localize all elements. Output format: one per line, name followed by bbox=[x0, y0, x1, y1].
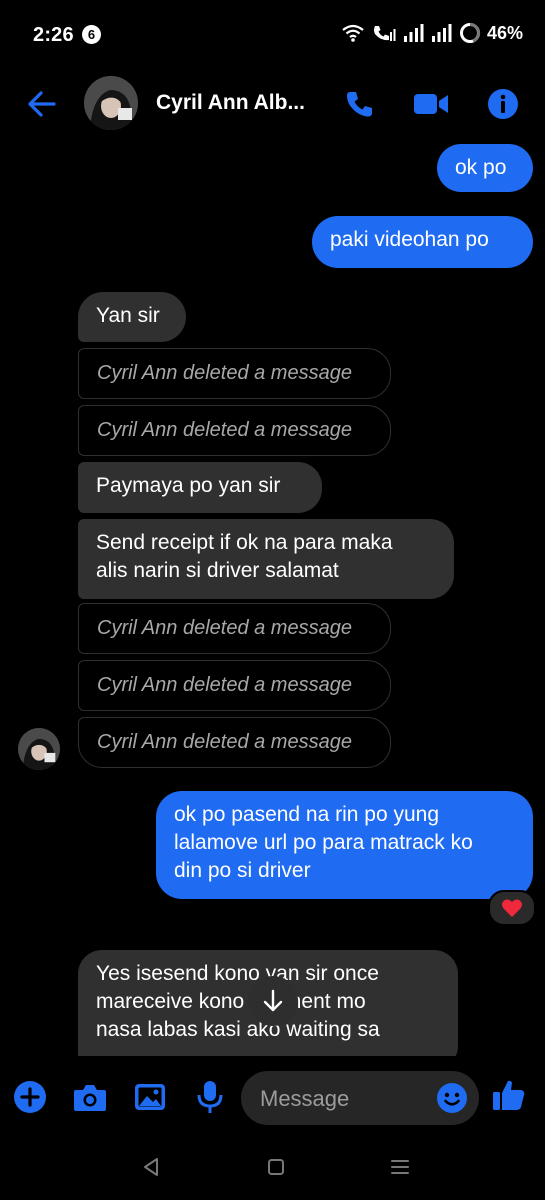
nav-back-button[interactable] bbox=[138, 1154, 164, 1180]
camera-button[interactable] bbox=[73, 1080, 107, 1114]
system-navigation-bar bbox=[0, 1130, 545, 1200]
square-home-icon bbox=[268, 1159, 284, 1175]
message-text: Paymaya po yan sir bbox=[96, 474, 281, 497]
nav-home-button[interactable] bbox=[263, 1154, 289, 1180]
microphone-icon bbox=[197, 1081, 223, 1113]
deleted-message[interactable]: Cyril Ann deleted a message bbox=[78, 405, 391, 456]
message-composer bbox=[0, 1066, 545, 1130]
signal-icon bbox=[431, 24, 452, 42]
camera-icon bbox=[74, 1085, 106, 1111]
gallery-button[interactable] bbox=[133, 1080, 167, 1114]
info-icon bbox=[488, 89, 518, 119]
conversation-header: Cyril Ann Alb... bbox=[0, 70, 545, 138]
contact-avatar[interactable] bbox=[84, 76, 138, 130]
message-text: ok po bbox=[455, 156, 507, 179]
triangle-back-icon bbox=[144, 1158, 158, 1176]
message-text: paki videohan po bbox=[330, 228, 489, 251]
phone-icon bbox=[346, 92, 372, 117]
battery-percentage: 46% bbox=[486, 22, 523, 43]
battery-icon bbox=[459, 22, 481, 43]
message-text-line: ok po pasend na rin po yung bbox=[174, 803, 440, 826]
sender-avatar[interactable] bbox=[18, 728, 60, 770]
video-call-button[interactable] bbox=[413, 86, 449, 122]
message-text-line: alis narin si driver salamat bbox=[96, 559, 339, 582]
message-list[interactable]: ok po paki videohan po Yan sir Cyril Ann… bbox=[0, 140, 545, 1056]
arrow-left-icon bbox=[28, 91, 56, 117]
plus-circle-icon bbox=[14, 1081, 46, 1113]
message-bubble-outgoing[interactable]: paki videohan po bbox=[312, 216, 533, 268]
back-button[interactable] bbox=[26, 88, 58, 120]
message-text-line: lalamove url po para matrack ko bbox=[174, 831, 473, 854]
emoji-icon bbox=[437, 1083, 467, 1113]
menu-lines-icon bbox=[391, 1160, 409, 1174]
scroll-to-bottom-button[interactable] bbox=[248, 976, 298, 1026]
voice-button[interactable] bbox=[193, 1080, 227, 1114]
message-text: Cyril Ann deleted a message bbox=[97, 731, 352, 753]
message-text-line: Send receipt if ok na para maka bbox=[96, 531, 393, 554]
message-text: Cyril Ann deleted a message bbox=[97, 674, 352, 696]
info-button[interactable] bbox=[485, 86, 521, 122]
message-bubble-incoming[interactable]: Yan sir bbox=[78, 292, 186, 342]
nav-recents-button[interactable] bbox=[387, 1154, 413, 1180]
wifi-icon bbox=[342, 24, 364, 42]
notification-badge: 6 bbox=[82, 25, 101, 44]
wifi-calling-icon bbox=[373, 26, 396, 41]
message-text: Cyril Ann deleted a message bbox=[97, 617, 352, 639]
contact-name[interactable]: Cyril Ann Alb... bbox=[156, 91, 305, 115]
status-icons: 46% bbox=[341, 22, 523, 44]
message-field[interactable] bbox=[241, 1071, 479, 1127]
message-text: Yan sir bbox=[96, 304, 160, 327]
signal-icon bbox=[403, 24, 424, 42]
message-bubble-outgoing[interactable]: ok po bbox=[437, 144, 533, 192]
call-button[interactable] bbox=[342, 86, 378, 122]
deleted-message[interactable]: Cyril Ann deleted a message bbox=[78, 660, 391, 711]
emoji-button[interactable] bbox=[436, 1082, 468, 1114]
message-bubble-outgoing[interactable]: ok po pasend na rin po yung lalamove url… bbox=[156, 791, 533, 899]
profile-photo bbox=[84, 76, 138, 130]
status-time: 2:26 bbox=[33, 24, 74, 46]
status-bar: 2:26 6 46% bbox=[0, 0, 545, 70]
thumbs-up-icon bbox=[493, 1080, 525, 1110]
message-bubble-incoming[interactable]: Paymaya po yan sir bbox=[78, 462, 322, 513]
arrow-down-icon bbox=[263, 989, 283, 1012]
message-text: Cyril Ann deleted a message bbox=[97, 419, 352, 441]
image-icon bbox=[135, 1084, 165, 1110]
profile-photo bbox=[18, 728, 60, 770]
deleted-message[interactable]: Cyril Ann deleted a message bbox=[78, 603, 391, 654]
like-button[interactable] bbox=[492, 1078, 526, 1112]
message-input[interactable] bbox=[258, 1071, 432, 1127]
add-button[interactable] bbox=[13, 1080, 47, 1114]
deleted-message[interactable]: Cyril Ann deleted a message bbox=[78, 348, 391, 399]
deleted-message[interactable]: Cyril Ann deleted a message bbox=[78, 717, 391, 768]
heart-icon bbox=[502, 899, 522, 917]
message-text: Cyril Ann deleted a message bbox=[97, 362, 352, 384]
message-bubble-incoming[interactable]: Send receipt if ok na para maka alis nar… bbox=[78, 519, 454, 599]
video-camera-icon bbox=[414, 94, 448, 114]
message-text-line: din po si driver bbox=[174, 859, 311, 882]
message-reaction[interactable] bbox=[488, 890, 536, 926]
